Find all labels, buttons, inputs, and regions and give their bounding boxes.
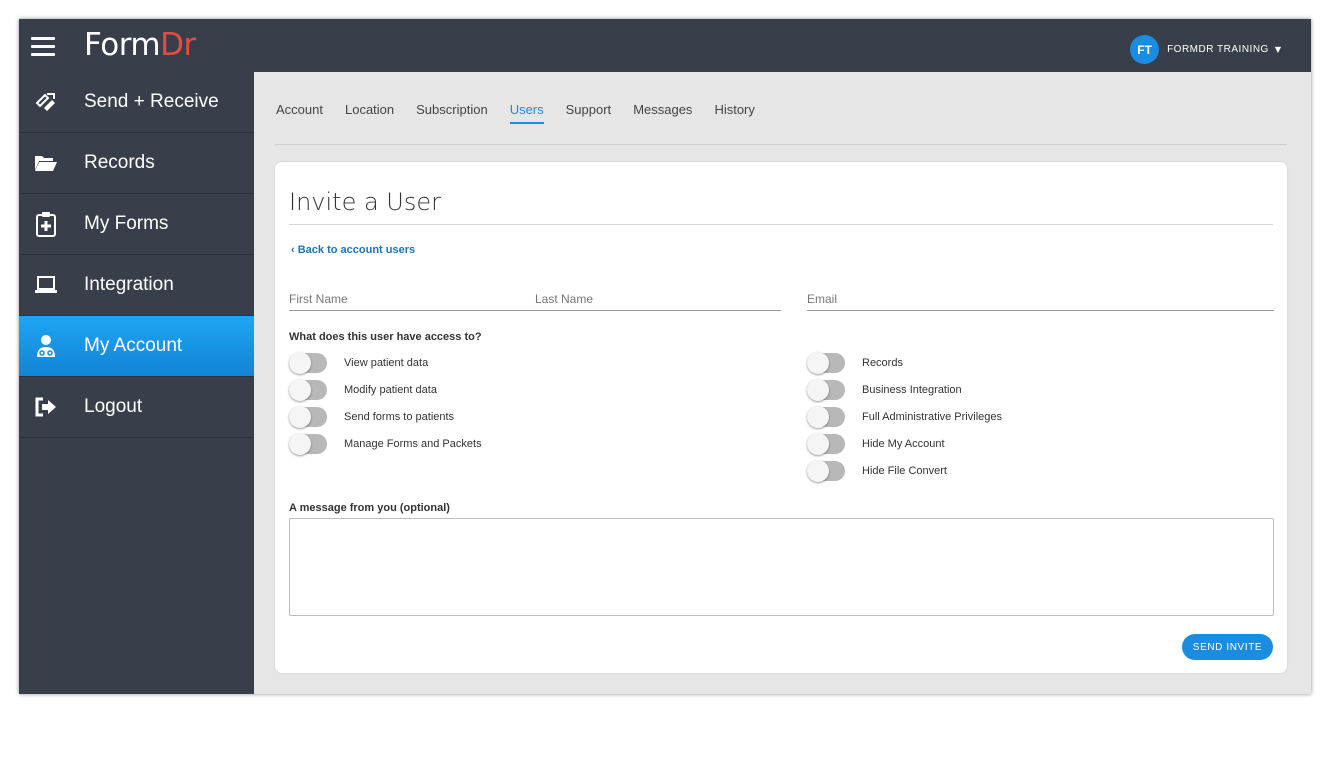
- access-section-label: What does this user have access to?: [289, 331, 482, 343]
- doctor-icon: [34, 334, 58, 358]
- permission-view-patient-data[interactable]: View patient data: [289, 352, 429, 374]
- back-to-users-link[interactable]: ‹ Back to account users: [291, 244, 415, 256]
- sidebar-item-my-account[interactable]: My Account: [19, 316, 254, 377]
- sidebar-item-label: My Account: [84, 335, 183, 356]
- toggle-switch[interactable]: [807, 460, 845, 482]
- toggle-switch[interactable]: [807, 433, 845, 455]
- tab-account[interactable]: Account: [276, 102, 323, 124]
- sidebar-item-label: My Forms: [84, 213, 169, 234]
- toggle-switch[interactable]: [289, 379, 327, 401]
- user-menu[interactable]: FT FORMDR TRAINING ▼: [1130, 35, 1281, 64]
- sidebar-item-records[interactable]: Records: [19, 133, 254, 194]
- tab-support[interactable]: Support: [566, 102, 612, 124]
- send-receive-icon: [34, 90, 58, 114]
- email-input[interactable]: [807, 287, 1274, 311]
- formdr-logo[interactable]: FormDr: [84, 27, 196, 63]
- sidebar-item-my-forms[interactable]: My Forms: [19, 194, 254, 255]
- permission-label: Business Integration: [862, 384, 962, 396]
- permission-label: Manage Forms and Packets: [344, 438, 482, 450]
- permission-label: Send forms to patients: [344, 411, 455, 423]
- sidebar-item-integration[interactable]: Integration: [19, 255, 254, 316]
- permission-label: Records: [862, 357, 903, 369]
- laptop-icon: [34, 273, 58, 297]
- tabs-divider: [275, 144, 1287, 145]
- sidebar-item-label: Records: [84, 152, 155, 173]
- permission-business-integration[interactable]: Business Integration: [807, 379, 962, 401]
- last-name-input[interactable]: [535, 287, 781, 311]
- permission-records[interactable]: Records: [807, 352, 903, 374]
- title-divider: [289, 224, 1273, 225]
- toggle-switch[interactable]: [807, 352, 845, 374]
- page-title: Invite a User: [289, 188, 442, 216]
- chevron-left-icon: ‹: [291, 244, 295, 256]
- permission-label: Hide File Convert: [862, 465, 947, 477]
- invite-user-card: Invite a User ‹ Back to account users Wh…: [275, 162, 1287, 673]
- sidebar-item-send-receive[interactable]: Send + Receive: [19, 72, 254, 133]
- tab-users[interactable]: Users: [509, 102, 544, 124]
- permission-hide-my-account[interactable]: Hide My Account: [807, 433, 945, 455]
- top-bar: FormDr FT FORMDR TRAINING ▼: [19, 19, 1311, 72]
- folder-icon: [34, 151, 58, 175]
- back-link-label: Back to account users: [297, 244, 416, 256]
- user-name: FORMDR TRAINING: [1167, 44, 1269, 55]
- tab-history[interactable]: History: [714, 102, 754, 124]
- permission-send-forms[interactable]: Send forms to patients: [289, 406, 455, 428]
- permission-hide-file-convert[interactable]: Hide File Convert: [807, 460, 947, 482]
- tab-location[interactable]: Location: [345, 102, 394, 124]
- sidebar-item-label: Logout: [84, 396, 143, 417]
- logout-icon: [34, 395, 58, 419]
- permission-modify-patient-data[interactable]: Modify patient data: [289, 379, 437, 401]
- avatar: FT: [1130, 35, 1160, 64]
- sidebar-item-label: Integration: [84, 274, 174, 295]
- sidebar-item-logout[interactable]: Logout: [19, 377, 254, 438]
- permission-label: Hide My Account: [862, 438, 945, 450]
- tab-messages[interactable]: Messages: [633, 102, 692, 124]
- account-tabs: Account Location Subscription Users Supp…: [276, 102, 777, 124]
- sidebar: Send + Receive Records My Forms Integrat…: [19, 72, 254, 694]
- tab-subscription[interactable]: Subscription: [416, 102, 488, 124]
- toggle-switch[interactable]: [289, 406, 327, 428]
- message-textarea[interactable]: [289, 518, 1274, 616]
- permission-label: View patient data: [344, 357, 429, 369]
- toggle-switch[interactable]: [289, 352, 327, 374]
- permission-manage-forms[interactable]: Manage Forms and Packets: [289, 433, 482, 455]
- toggle-switch[interactable]: [807, 406, 845, 428]
- caret-down-icon: ▼: [1274, 45, 1281, 54]
- message-label: A message from you (optional): [289, 502, 450, 514]
- sidebar-item-label: Send + Receive: [84, 91, 219, 112]
- clipboard-icon: [34, 212, 58, 237]
- main-content: Account Location Subscription Users Supp…: [254, 72, 1311, 694]
- send-invite-button[interactable]: SEND INVITE: [1182, 634, 1273, 660]
- first-name-input[interactable]: [289, 287, 536, 311]
- permission-label: Full Administrative Privileges: [862, 411, 1002, 423]
- logo-form: Form: [84, 27, 161, 63]
- logo-dr: Dr: [160, 27, 196, 63]
- permission-full-admin[interactable]: Full Administrative Privileges: [807, 406, 1002, 428]
- permission-label: Modify patient data: [344, 384, 437, 396]
- app-window: FormDr FT FORMDR TRAINING ▼ Send + Recei…: [19, 19, 1311, 694]
- hamburger-menu-icon[interactable]: [31, 37, 55, 57]
- toggle-switch[interactable]: [807, 379, 845, 401]
- toggle-switch[interactable]: [289, 433, 327, 455]
